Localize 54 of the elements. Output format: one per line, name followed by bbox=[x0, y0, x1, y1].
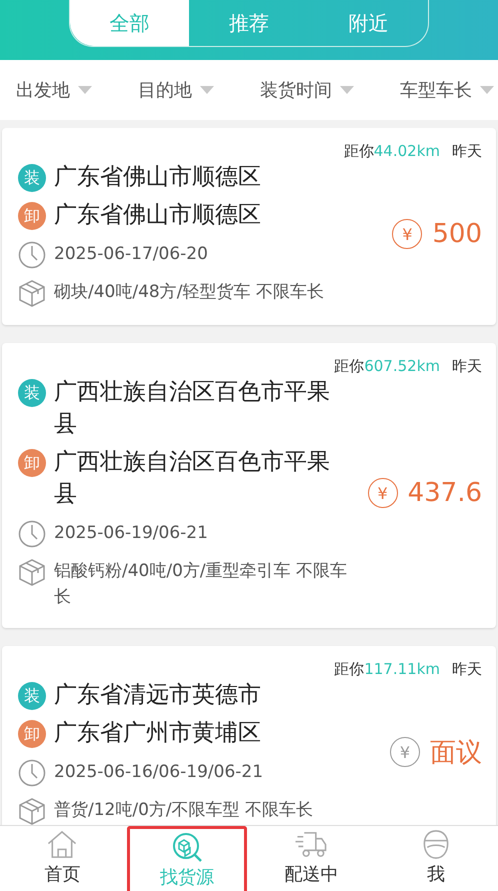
cargo-card[interactable]: 距你44.02km 昨天 装 广东省佛山市顺德区 卸 广东省佛山市顺德区 2025-06-17/06-20 砌块/40吨/48方/轻型货车 不限车长 ¥ 500 bbox=[2, 128, 496, 325]
user-icon bbox=[420, 829, 451, 860]
yuan-icon: ¥ bbox=[390, 737, 420, 767]
caret-icon bbox=[200, 86, 214, 94]
yuan-icon: ¥ bbox=[368, 478, 398, 508]
yuan-icon: ¥ bbox=[392, 219, 422, 249]
truck-icon bbox=[294, 829, 328, 860]
unload-badge: 卸 bbox=[18, 202, 46, 230]
cargo-card[interactable]: 距你117.11km 昨天 装 广东省清远市英德市 卸 广东省广州市黄埔区 2025-06-16/06-19/06-21 普货/12吨/0方/不限车型 不限车长 ¥ 面议 bbox=[2, 646, 496, 825]
tab-bar-item[interactable]: 我 bbox=[376, 826, 496, 891]
tab-bar-item[interactable]: 配送中 bbox=[251, 826, 372, 891]
cargo-card[interactable]: 距你607.52km 昨天 装 广西壮族自治区百色市平果县 卸 广西壮族自治区百色市平果县 2025-06-19/06-21 铝酸钙粉/40吨/0方/重型牵引车 不限车长 ¥ 437.6 bbox=[2, 343, 496, 628]
clock-icon bbox=[18, 520, 46, 548]
filter-dropdown[interactable]: 车型车长 bbox=[396, 78, 498, 102]
load-badge: 装 bbox=[18, 379, 46, 407]
distance-label: 距你117.11km bbox=[334, 660, 440, 679]
cargo-search-icon bbox=[170, 831, 203, 863]
post-time: 昨天 bbox=[452, 142, 482, 161]
distance-label: 距你607.52km bbox=[334, 357, 440, 376]
price: 面议 bbox=[430, 736, 482, 770]
filter-dropdown[interactable]: 出发地 bbox=[12, 78, 96, 102]
post-time: 昨天 bbox=[452, 660, 482, 679]
date-range: 2025-06-17/06-20 bbox=[54, 243, 208, 266]
cargo-details: 砌块/40吨/48方/轻型货车 不限车长 bbox=[54, 281, 324, 304]
unload-badge: 卸 bbox=[18, 720, 46, 748]
tab-bar-item[interactable]: 首页 bbox=[2, 826, 122, 891]
clock-icon bbox=[18, 759, 46, 787]
load-address: 广西壮族自治区百色市平果县 bbox=[54, 378, 331, 439]
box-icon bbox=[18, 558, 46, 586]
load-address: 广东省清远市英德市 bbox=[54, 681, 261, 710]
unload-address: 广东省广州市黄埔区 bbox=[54, 719, 261, 748]
caret-icon bbox=[78, 86, 92, 94]
unload-address: 广西壮族自治区百色市平果县 bbox=[54, 448, 331, 509]
price: 437.6 bbox=[408, 478, 482, 508]
date-range: 2025-06-19/06-21 bbox=[54, 522, 208, 545]
cargo-details: 普货/12吨/0方/不限车型 不限车长 bbox=[54, 799, 314, 822]
home-icon bbox=[46, 829, 78, 860]
box-icon bbox=[18, 279, 46, 307]
date-range: 2025-06-16/06-19/06-21 bbox=[54, 761, 264, 784]
post-time: 昨天 bbox=[452, 357, 482, 376]
load-address: 广东省佛山市顺德区 bbox=[54, 163, 261, 192]
distance-label: 距你44.02km bbox=[344, 142, 440, 161]
filter-dropdown[interactable]: 目的地 bbox=[134, 78, 218, 102]
box-icon bbox=[18, 797, 46, 825]
clock-icon bbox=[18, 241, 46, 269]
load-badge: 装 bbox=[18, 682, 46, 710]
cargo-details: 铝酸钙粉/40吨/0方/重型牵引车 不限车长 bbox=[54, 560, 348, 609]
unload-address: 广东省佛山市顺德区 bbox=[54, 201, 261, 230]
caret-icon bbox=[340, 86, 354, 94]
filter-dropdown[interactable]: 装货时间 bbox=[256, 78, 358, 102]
price: 500 bbox=[432, 219, 482, 249]
load-badge: 装 bbox=[18, 164, 46, 192]
caret-icon bbox=[480, 86, 494, 94]
unload-badge: 卸 bbox=[18, 449, 46, 477]
